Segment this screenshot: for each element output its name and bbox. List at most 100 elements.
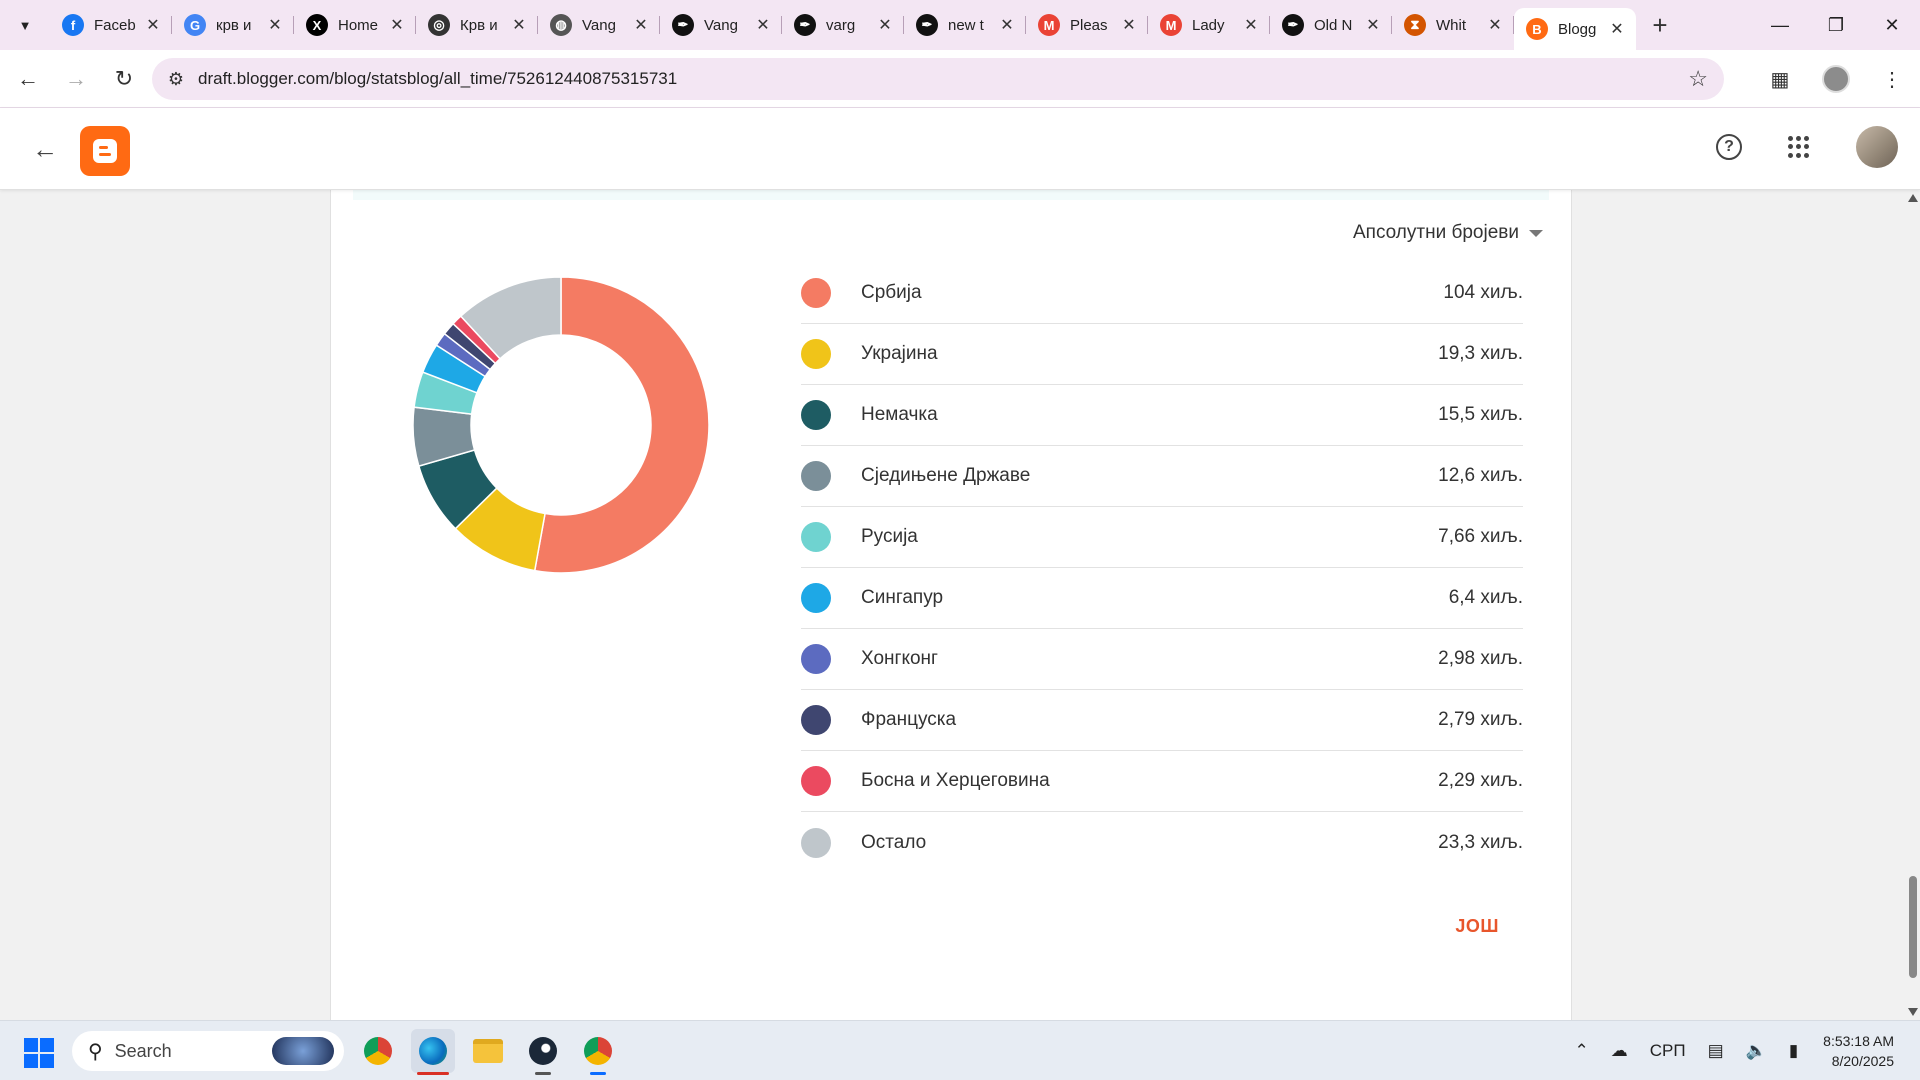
quill-icon: ✒ — [672, 14, 694, 36]
windows-start-icon[interactable] — [24, 1038, 54, 1068]
browser-tab[interactable]: f Faceb ✕ — [50, 0, 172, 50]
legend-country: Босна и Херцеговина — [861, 770, 1050, 791]
site-info-icon[interactable]: ⚙ — [158, 61, 194, 97]
restore-button[interactable]: ❐ — [1808, 0, 1864, 50]
caret-down-icon — [1529, 229, 1543, 237]
legend-row: Немачка 15,5 хиљ. — [801, 385, 1523, 446]
legend-row: Србија 104 хиљ. — [801, 263, 1523, 324]
onedrive-icon[interactable]: ☁ — [1611, 1041, 1628, 1061]
facebook-icon: f — [62, 14, 84, 36]
taskbar-search[interactable]: ⚲ Search — [72, 1031, 344, 1071]
new-tab-button[interactable]: + — [1640, 5, 1680, 45]
browser-tab[interactable]: M Lady ✕ — [1148, 0, 1270, 50]
taskbar-steam[interactable] — [521, 1029, 565, 1075]
tab-close-icon[interactable]: ✕ — [754, 15, 772, 35]
blogger-logo[interactable] — [80, 126, 130, 176]
browser-tab[interactable]: ◍ Vang ✕ — [538, 0, 660, 50]
scroll-down-icon[interactable] — [1908, 1008, 1918, 1016]
previous-list-row — [353, 190, 1549, 200]
tab-close-icon[interactable]: ✕ — [1486, 15, 1504, 35]
metric-dropdown[interactable]: Апсолутни бројеви — [1353, 222, 1543, 244]
browser-tab[interactable]: Gкрв и ✕ — [172, 0, 294, 50]
tab-close-icon[interactable]: ✕ — [388, 15, 406, 35]
scrollbar-thumb[interactable] — [1909, 876, 1917, 978]
minimize-button[interactable]: — — [1752, 0, 1808, 50]
legend-value: 15,5 хиљ. — [1438, 404, 1523, 425]
account-avatar[interactable] — [1856, 126, 1898, 168]
legend-row: Сједињене Државе 12,6 хиљ. — [801, 446, 1523, 507]
scroll-up-icon[interactable] — [1908, 194, 1918, 202]
volume-icon[interactable]: 🔈 — [1746, 1041, 1767, 1061]
tab-close-icon[interactable]: ✕ — [266, 15, 284, 35]
legend-row: Француска 2,79 хиљ. — [801, 690, 1523, 751]
profile-button[interactable] — [1808, 65, 1864, 93]
browser-tab[interactable]: ⧗ Whit ✕ — [1392, 0, 1514, 50]
help-icon[interactable]: ? — [1716, 134, 1742, 160]
tab-close-icon[interactable]: ✕ — [998, 15, 1016, 35]
legend-country: Хонгконг — [861, 648, 938, 669]
windows-taskbar: ⚲ Search ⌃ ☁ СРП ▤ 🔈 ▮ 8:53:18 AM 8/20/2… — [0, 1020, 1920, 1080]
url-text[interactable]: draft.blogger.com/blog/statsblog/all_tim… — [198, 69, 677, 89]
google-icon: G — [184, 14, 206, 36]
vertical-scrollbar[interactable] — [1905, 190, 1920, 1020]
browser-tab[interactable]: ◎ Крв и ✕ — [416, 0, 538, 50]
tab-close-icon[interactable]: ✕ — [510, 15, 528, 35]
back-button[interactable]: ← — [8, 59, 48, 99]
running-indicator — [535, 1072, 551, 1075]
legend-color-dot — [801, 278, 831, 308]
clock-time: 8:53:18 AM — [1823, 1033, 1894, 1049]
legend-country: Сингапур — [861, 587, 944, 608]
app-back-arrow-icon[interactable]: ← — [24, 128, 66, 170]
tab-close-icon[interactable]: ✕ — [876, 15, 894, 35]
legend-color-dot — [801, 827, 831, 858]
tab-title: Крв и — [460, 16, 498, 34]
browser-tab[interactable]: ✒ Vang ✕ — [660, 0, 782, 50]
chevron-up-icon[interactable]: ⌃ — [1574, 1041, 1588, 1061]
network-icon[interactable]: ▤ — [1708, 1041, 1724, 1061]
battery-icon[interactable]: ▮ — [1789, 1041, 1798, 1061]
taskbar-search-label: Search — [114, 1040, 172, 1061]
browser-menu-icon[interactable]: ⋮ — [1864, 67, 1920, 92]
address-bar[interactable]: ⚙ draft.blogger.com/blog/statsblog/all_t… — [152, 58, 1724, 100]
legend-color-dot — [801, 644, 831, 674]
tab-close-icon[interactable]: ✕ — [632, 15, 650, 35]
browser-tab[interactable]: ✒ varg ✕ — [782, 0, 904, 50]
browser-tab[interactable]: B Blogg ✕ — [1514, 8, 1636, 50]
legend-country: Србија — [861, 282, 922, 303]
clock-date: 8/20/2025 — [1831, 1053, 1894, 1069]
clock[interactable]: 8:53:18 AM 8/20/2025 — [1823, 1031, 1894, 1071]
input-language[interactable]: СРП — [1650, 1041, 1686, 1061]
extensions-icon[interactable]: ▦ — [1752, 67, 1808, 92]
tab-close-icon[interactable]: ✕ — [144, 15, 162, 35]
forward-button[interactable]: → — [56, 59, 96, 99]
browser-tab[interactable]: M Pleas ✕ — [1026, 0, 1148, 50]
tab-close-icon[interactable]: ✕ — [1242, 15, 1260, 35]
legend-color-dot — [801, 766, 831, 796]
tab-close-icon[interactable]: ✕ — [1364, 15, 1382, 35]
taskbar-chrome[interactable] — [356, 1029, 400, 1073]
legend-color-dot — [801, 522, 831, 552]
tab-title: new t — [948, 16, 984, 34]
bookmark-star-icon[interactable]: ☆ — [1688, 66, 1708, 92]
google-apps-icon[interactable] — [1788, 136, 1810, 158]
country-legend: Србија 104 хиљ. Украјина 19,3 хиљ. Немачка 15… — [801, 263, 1523, 873]
quill-icon: ✒ — [1282, 14, 1304, 36]
tab-close-icon[interactable]: ✕ — [1608, 19, 1626, 39]
close-window-button[interactable]: ✕ — [1864, 0, 1920, 50]
browser-tab[interactable]: ✒ new t ✕ — [904, 0, 1026, 50]
legend-value: 2,98 хиљ. — [1438, 648, 1523, 669]
tab-search-button[interactable]: ▼ — [0, 0, 50, 50]
tab-title: Whit — [1436, 16, 1466, 34]
legend-country: Немачка — [861, 404, 938, 425]
browser-tab[interactable]: X Home ✕ — [294, 0, 416, 50]
taskbar-chrome-profile[interactable] — [576, 1029, 620, 1075]
taskbar-edge[interactable] — [411, 1029, 455, 1075]
browser-tab[interactable]: ✒ Old N ✕ — [1270, 0, 1392, 50]
reload-button[interactable]: ↻ — [104, 59, 144, 99]
taskbar-file-explorer[interactable] — [466, 1029, 510, 1073]
tab-close-icon[interactable]: ✕ — [1120, 15, 1138, 35]
search-icon: ⚲ — [88, 1040, 103, 1063]
legend-country: Сједињене Државе — [861, 465, 1031, 486]
legend-color-dot — [801, 400, 831, 430]
more-button[interactable]: ЈОШ — [1455, 916, 1499, 937]
